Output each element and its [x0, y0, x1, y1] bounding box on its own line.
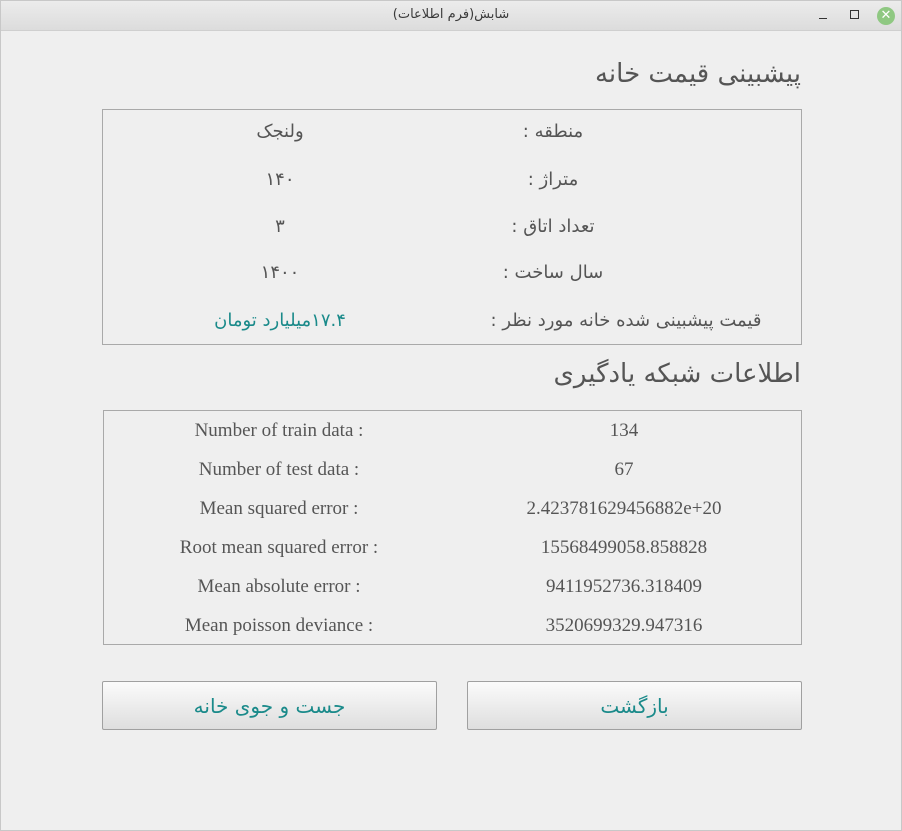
mse-label: Mean squared error :	[199, 498, 359, 519]
test-data-label: Number of test data :	[198, 459, 360, 480]
rooms-label: تعداد اتاق :	[511, 216, 595, 237]
mse-value: 2.423781629456882e+20	[526, 498, 722, 519]
title-bar: شابش(فرم اطلاعات) ✕	[1, 1, 901, 31]
poisson-deviance-value: 3520699329.947316	[545, 615, 703, 636]
search-house-button[interactable]: جست و جوی خانه	[102, 681, 437, 730]
minimize-icon[interactable]	[814, 6, 832, 24]
build-year-label: سال ساخت :	[502, 262, 604, 283]
build-year-value: ۱۴۰۰	[260, 262, 300, 283]
test-data-value: 67	[614, 459, 634, 480]
train-data-value: 134	[609, 420, 639, 441]
maximize-icon[interactable]	[846, 6, 864, 24]
district-value: ولنجک	[256, 121, 304, 142]
train-data-label: Number of train data :	[194, 420, 364, 441]
rooms-value: ۳	[275, 216, 285, 237]
rmse-value: 15568499058.858828	[540, 537, 708, 558]
predicted-price-label: قیمت پیشبینی شده خانه مورد نظر :	[490, 310, 762, 331]
prediction-panel: منطقه : ولنجک متراژ : ۱۴۰ تعداد اتاق : ۳…	[102, 109, 802, 345]
close-icon[interactable]: ✕	[877, 7, 895, 25]
area-label: متراژ :	[527, 169, 579, 190]
network-info-panel: Number of train data : 134 Number of tes…	[103, 410, 802, 645]
rmse-label: Root mean squared error :	[179, 537, 379, 558]
mae-label: Mean absolute error :	[197, 576, 361, 597]
poisson-deviance-label: Mean poisson deviance :	[184, 615, 374, 636]
back-button[interactable]: بازگشت	[467, 681, 802, 730]
prediction-heading: پیشبینی قیمت خانه	[594, 59, 801, 89]
predicted-price-value: ۱۷.۴میلیارد تومان	[214, 310, 346, 331]
window-title: شابش(فرم اطلاعات)	[392, 7, 510, 22]
mae-value: 9411952736.318409	[545, 576, 703, 597]
app-window: شابش(فرم اطلاعات) ✕ پیشبینی قیمت خانه من…	[0, 0, 902, 831]
network-heading: اطلاعات شبکه یادگیری	[553, 359, 801, 389]
district-label: منطقه :	[522, 121, 584, 142]
area-value: ۱۴۰	[265, 169, 295, 190]
